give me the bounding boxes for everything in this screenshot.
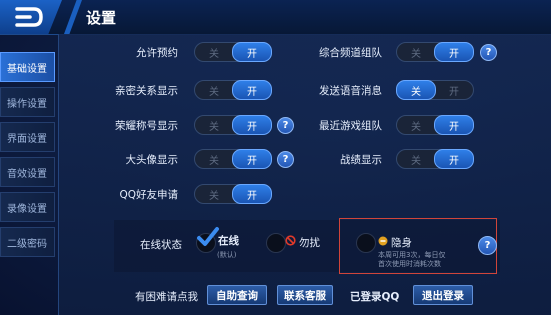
toggle-on: 开 bbox=[232, 115, 272, 135]
invisible-radio[interactable] bbox=[356, 233, 376, 253]
qq-friend-request-label: QQ好友申请 bbox=[119, 189, 178, 201]
intimacy-display-label: 亲密关系显示 bbox=[115, 85, 178, 97]
battle-record-display-toggle[interactable]: 关 开 bbox=[396, 149, 474, 169]
qq-friend-request-toggle[interactable]: 关 开 bbox=[194, 184, 272, 204]
self-query-button[interactable]: 自助查询 bbox=[207, 285, 267, 305]
toggle-on: 开 bbox=[232, 184, 272, 204]
toggle-on: 开 bbox=[449, 86, 459, 98]
toggle-off: 关 bbox=[396, 80, 436, 100]
dnd-option-label: 勿扰 bbox=[299, 237, 320, 249]
toggle-on: 开 bbox=[232, 149, 272, 169]
toggle-off: 关 bbox=[411, 121, 421, 133]
honor-title-help-icon[interactable]: ? bbox=[277, 117, 294, 134]
checkmark-icon bbox=[197, 227, 219, 246]
allow-reserve-label: 允许预约 bbox=[136, 47, 178, 59]
battle-record-display-label: 战绩显示 bbox=[340, 154, 382, 166]
sidebar-item-sound[interactable]: 音效设置 bbox=[0, 157, 55, 187]
toggle-on: 开 bbox=[232, 42, 272, 62]
invisible-status-icon bbox=[378, 236, 388, 246]
avatar-display-label: 大头像显示 bbox=[125, 154, 179, 166]
contact-service-button[interactable]: 联系客服 bbox=[277, 285, 333, 305]
online-default-note: (默认) bbox=[217, 251, 237, 259]
toggle-off: 关 bbox=[209, 48, 219, 60]
toggle-off: 关 bbox=[209, 190, 219, 202]
invisible-note-line2: 首次使用时消耗次数 bbox=[378, 260, 441, 268]
toggle-off: 关 bbox=[209, 155, 219, 167]
toggle-on: 开 bbox=[434, 115, 474, 135]
invisible-note-line1: 本周可用3次，每日仅 bbox=[378, 251, 446, 259]
sidebar-item-replay[interactable]: 录像设置 bbox=[0, 192, 55, 222]
avatar-display-help-icon[interactable]: ? bbox=[277, 151, 294, 168]
online-status-help-icon[interactable]: ? bbox=[478, 236, 497, 255]
sidebar-item-interface[interactable]: 界面设置 bbox=[0, 122, 55, 152]
online-status-label: 在线状态 bbox=[140, 239, 182, 251]
honor-title-display-label: 荣耀称号显示 bbox=[115, 120, 178, 132]
page-title: 设置 bbox=[86, 9, 117, 27]
sidebar-item-controls[interactable]: 操作设置 bbox=[0, 87, 55, 117]
logged-in-status: 已登录QQ bbox=[350, 291, 400, 303]
recent-game-team-label: 最近游戏组队 bbox=[319, 120, 382, 132]
help-prompt-text: 有困难请点我 bbox=[135, 291, 198, 303]
channel-team-label: 综合频道组队 bbox=[319, 47, 382, 59]
header-divider bbox=[64, 0, 82, 34]
top-bar: 设置 bbox=[0, 0, 551, 35]
online-option-label: 在线 bbox=[218, 235, 239, 247]
allow-reserve-toggle[interactable]: 关 开 bbox=[194, 42, 272, 62]
voice-message-label: 发送语音消息 bbox=[319, 85, 382, 97]
toggle-off: 关 bbox=[411, 48, 421, 60]
back-button[interactable] bbox=[0, 0, 62, 34]
toggle-on: 开 bbox=[434, 42, 474, 62]
honor-title-display-toggle[interactable]: 关 开 bbox=[194, 115, 272, 135]
toggle-on: 开 bbox=[434, 149, 474, 169]
logout-button[interactable]: 退出登录 bbox=[413, 285, 473, 305]
toggle-off: 关 bbox=[411, 155, 421, 167]
voice-message-toggle[interactable]: 关 开 bbox=[396, 80, 474, 100]
recent-game-team-toggle[interactable]: 关 开 bbox=[396, 115, 474, 135]
invisible-option-label: 隐身 bbox=[391, 237, 412, 249]
channel-team-help-icon[interactable]: ? bbox=[480, 44, 497, 61]
dnd-radio[interactable] bbox=[266, 233, 286, 253]
back-arrow-icon bbox=[15, 7, 43, 27]
avatar-display-toggle[interactable]: 关 开 bbox=[194, 149, 272, 169]
intimacy-display-toggle[interactable]: 关 开 bbox=[194, 80, 272, 100]
sidebar-item-second-password[interactable]: 二级密码 bbox=[0, 227, 55, 257]
toggle-off: 关 bbox=[209, 121, 219, 133]
toggle-off: 关 bbox=[209, 86, 219, 98]
channel-team-toggle[interactable]: 关 开 bbox=[396, 42, 474, 62]
sidebar-item-basic[interactable]: 基础设置 bbox=[0, 52, 55, 82]
toggle-on: 开 bbox=[232, 80, 272, 100]
do-not-disturb-icon bbox=[285, 235, 296, 246]
